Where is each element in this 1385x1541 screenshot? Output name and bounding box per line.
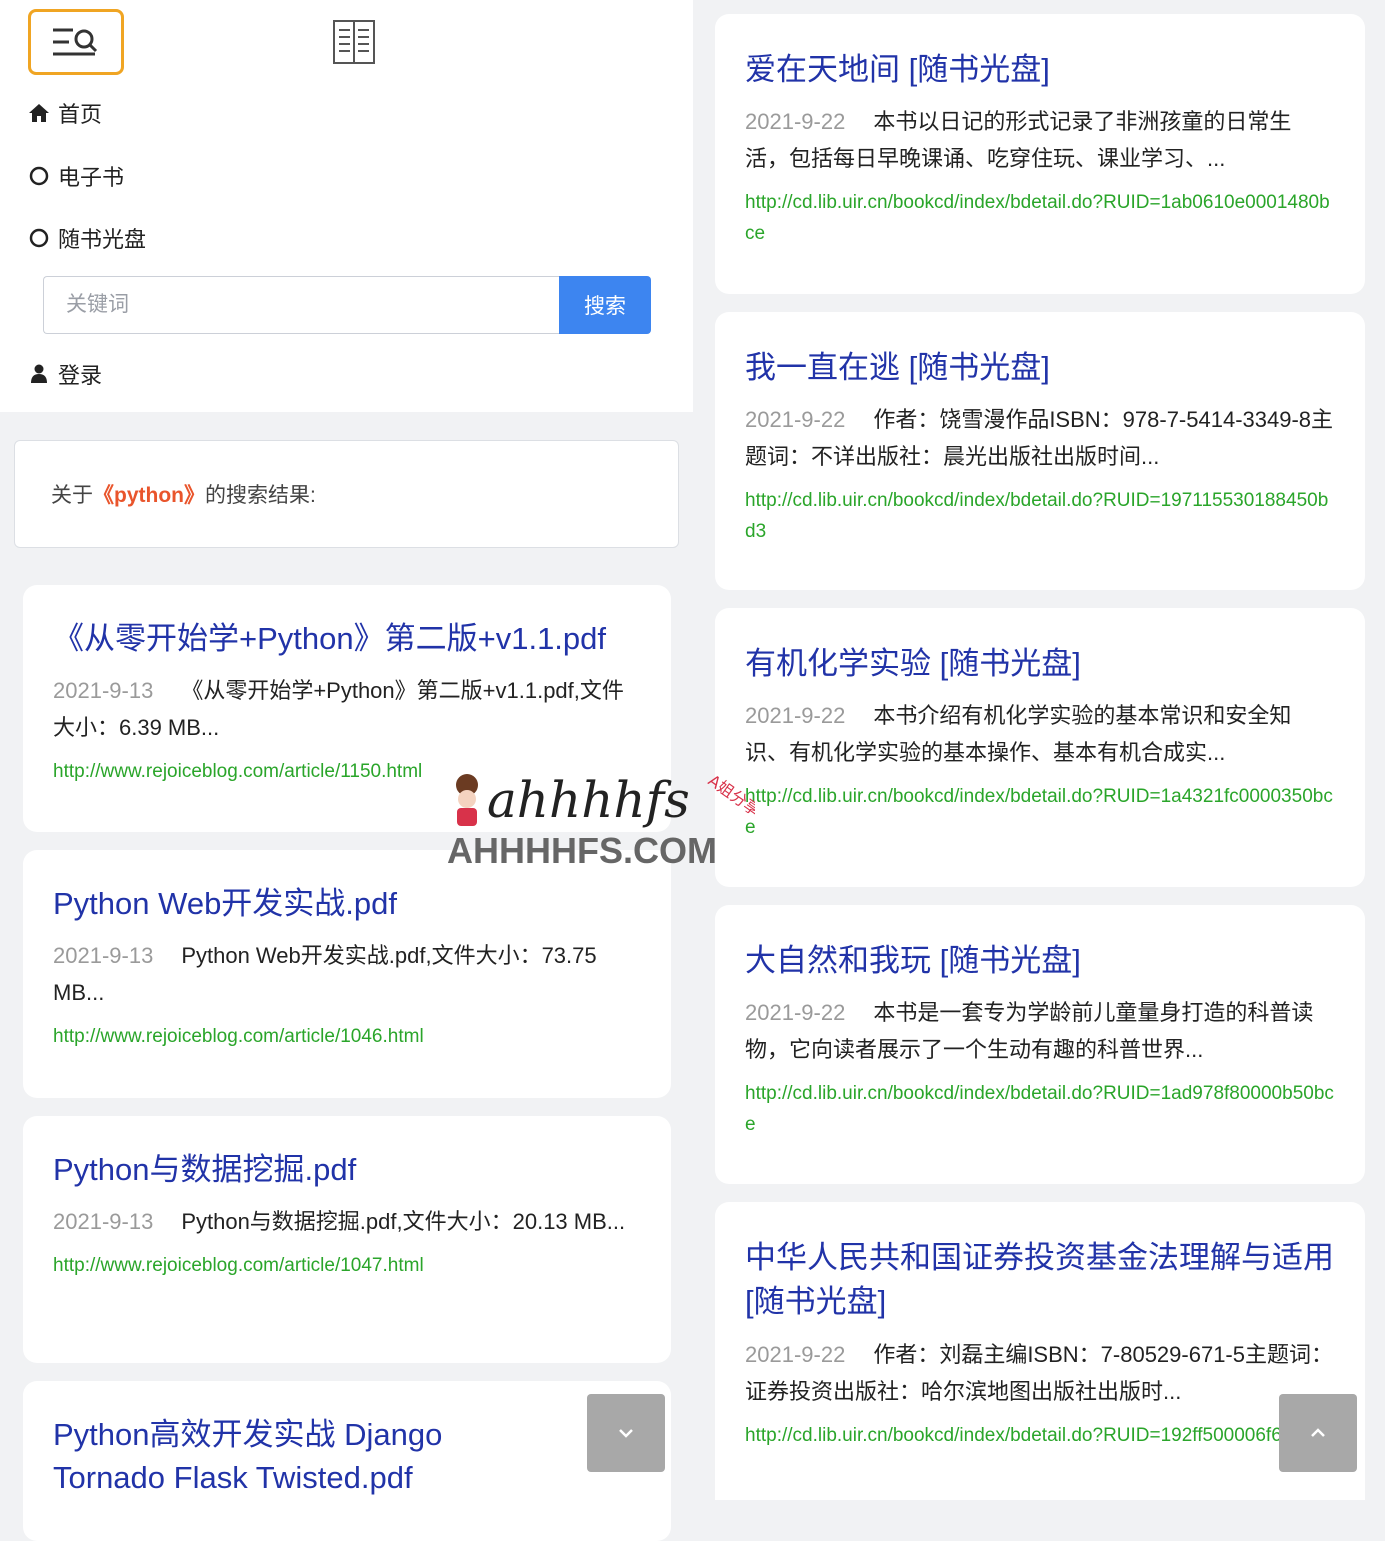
result-date: 2021-9-22 [745,703,846,729]
search-button[interactable]: 搜索 [559,276,651,334]
result-description: 2021-9-22 本书是一套专为学龄前儿童量身打造的科普读物，它向读者展示了一个… [745,994,1335,1068]
nav-panel: 首页 电子书 随书光盘 搜索 登录 [0,0,693,412]
watermark-logo: ahhhhfs A姐分享 AHHHHFS.COM [445,755,764,875]
nav-ebook-label: 电子书 [58,165,125,190]
user-icon [28,363,50,385]
result-date: 2021-9-13 [53,943,154,969]
result-date: 2021-9-13 [53,678,154,704]
result-url[interactable]: http://www.rejoiceblog.com/article/1046.… [53,1021,641,1052]
result-keyword: 《python》 [93,484,205,507]
result-card[interactable]: Python Web开发实战.pdf 2021-9-13 Python Web开发… [23,850,671,1098]
result-url[interactable]: http://cd.lib.uir.cn/bookcd/index/bdetai… [745,781,1335,843]
result-description: 2021-9-22 作者：刘磊主编ISBN：7-80529-671-5主题词：证券… [745,1336,1335,1410]
search-result-header: 关于 《python》 的搜索结果: [14,440,679,548]
result-date: 2021-9-22 [745,109,846,135]
result-snippet: Python与数据挖掘.pdf,文件大小：20.13 MB... [181,1209,626,1235]
result-card[interactable]: Python与数据挖掘.pdf 2021-9-13 Python与数据挖掘.pdf… [23,1116,671,1363]
result-title-link[interactable]: 《从零开始学+Python》第二版+v1.1.pdf [53,617,641,660]
result-url[interactable]: http://www.rejoiceblog.com/article/1047.… [53,1250,641,1281]
menu-toggle-button[interactable] [28,9,124,75]
result-date: 2021-9-13 [53,1209,154,1235]
result-url[interactable]: http://cd.lib.uir.cn/bookcd/index/bdetai… [745,485,1335,547]
watermark-domain: AHHHHFS.COM [447,830,717,871]
search-form: 搜索 [43,276,651,334]
result-title-link[interactable]: 大自然和我玩 [随书光盘] [745,939,1335,982]
result-title-link[interactable]: 中华人民共和国证券投资基金法理解与适用 [随书光盘] [745,1236,1335,1324]
result-card[interactable]: 有机化学实验 [随书光盘] 2021-9-22 本书介绍有机化学实验的基本常识和安… [715,608,1365,887]
result-date: 2021-9-22 [745,1000,846,1026]
result-url[interactable]: http://cd.lib.uir.cn/bookcd/index/bdetai… [745,187,1335,249]
watermark-script: ahhhhfs [487,771,690,829]
result-title-link[interactable]: 有机化学实验 [随书光盘] [745,642,1335,685]
home-icon [28,102,50,124]
result-description: 2021-9-22 本书介绍有机化学实验的基本常识和安全知识、有机化学实验的基本操… [745,697,1335,771]
result-description: 2021-9-13 Python Web开发实战.pdf,文件大小：73.75 M… [53,937,641,1011]
result-title-link[interactable]: Python与数据挖掘.pdf [53,1148,641,1191]
nav-item-home[interactable]: 首页 [28,97,102,129]
circle-icon [28,165,50,187]
result-card[interactable]: 中华人民共和国证券投资基金法理解与适用 [随书光盘] 2021-9-22 作者：刘… [715,1202,1365,1500]
result-header-prefix: 关于 [51,484,93,507]
result-date: 2021-9-22 [745,407,846,433]
result-date: 2021-9-22 [745,1342,846,1367]
result-title-link[interactable]: Python高效开发实战 Django Tornado Flask Twiste… [53,1413,561,1499]
result-title-link[interactable]: 爱在天地间 [随书光盘] [745,48,1335,91]
book-icon[interactable] [333,20,375,64]
result-url[interactable]: http://cd.lib.uir.cn/bookcd/index/bdetai… [745,1420,1335,1451]
nav-home-label: 首页 [58,102,103,127]
result-card[interactable]: 我一直在逃 [随书光盘] 2021-9-22 作者：饶雪漫作品ISBN：978-7… [715,312,1365,590]
result-description: 2021-9-13 《从零开始学+Python》第二版+v1.1.pdf,文件大小… [53,672,641,746]
nav-item-ebook[interactable]: 电子书 [28,160,124,192]
nav-cd-label: 随书光盘 [58,227,147,252]
circle-icon [28,227,50,249]
scroll-down-button[interactable] [587,1394,665,1472]
nav-item-login[interactable]: 登录 [28,358,102,390]
result-card[interactable]: 大自然和我玩 [随书光盘] 2021-9-22 本书是一套专为学龄前儿童量身打造的… [715,905,1365,1184]
nav-login-label: 登录 [58,363,103,388]
result-card[interactable]: 爱在天地间 [随书光盘] 2021-9-22 本书以日记的形式记录了非洲孩童的日常… [715,14,1365,294]
chevron-up-icon [1311,1428,1325,1437]
search-input[interactable] [43,276,559,334]
watermark-tag: A姐分享 [705,771,755,820]
result-header-suffix: 的搜索结果: [204,484,316,507]
nav-item-cd[interactable]: 随书光盘 [28,222,146,254]
scroll-top-button[interactable] [1279,1394,1357,1472]
result-title-link[interactable]: 我一直在逃 [随书光盘] [745,346,1335,389]
result-description: 2021-9-22 作者：饶雪漫作品ISBN：978-7-5414-3349-8主… [745,401,1335,475]
result-description: 2021-9-22 本书以日记的形式记录了非洲孩童的日常生活，包括每日早晚课诵、吃… [745,103,1335,177]
result-title-link[interactable]: Python Web开发实战.pdf [53,882,641,925]
left-column: 首页 电子书 随书光盘 搜索 登录 关于 《python》 的搜索结 [0,0,693,1541]
chevron-down-icon [619,1429,633,1438]
menu-search-icon [53,28,98,56]
result-card[interactable]: Python高效开发实战 Django Tornado Flask Twiste… [23,1381,671,1541]
result-url[interactable]: http://cd.lib.uir.cn/bookcd/index/bdetai… [745,1078,1335,1140]
result-description: 2021-9-13 Python与数据挖掘.pdf,文件大小：20.13 MB..… [53,1203,641,1240]
